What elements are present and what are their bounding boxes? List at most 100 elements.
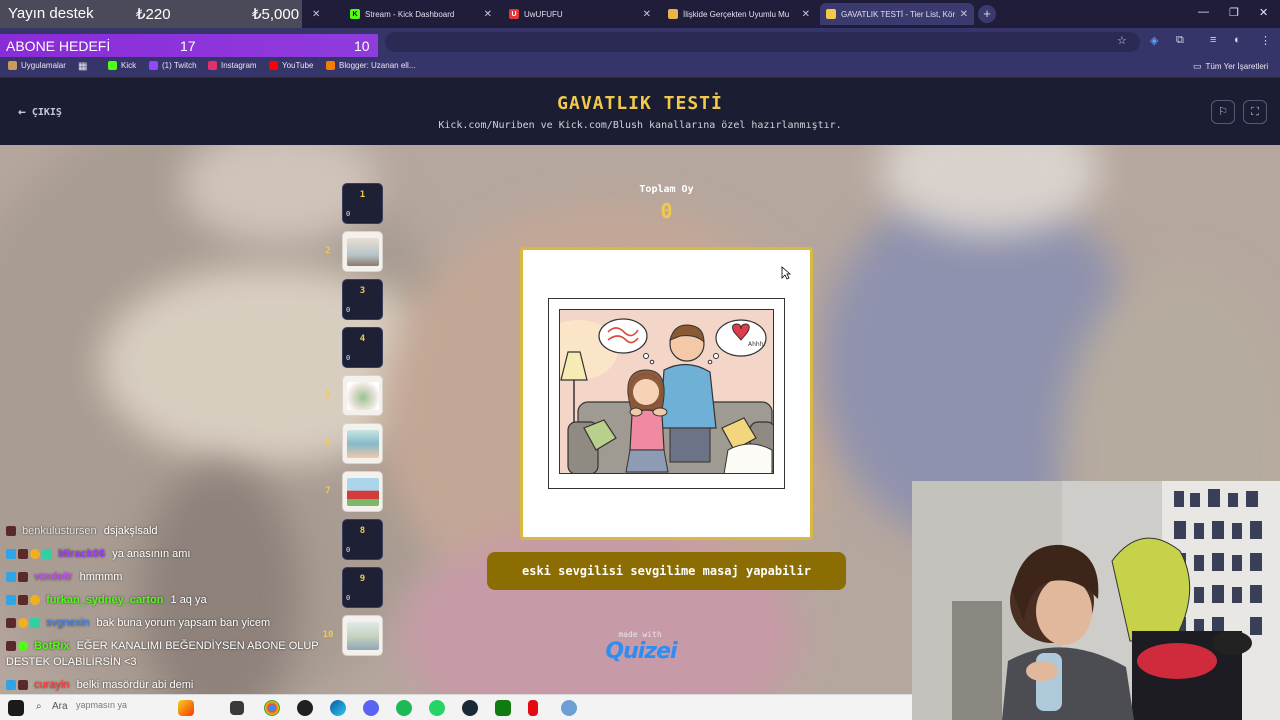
close-icon[interactable]: ✕ xyxy=(960,9,968,20)
minimize-icon[interactable]: — xyxy=(1198,6,1209,18)
tier-slot-2[interactable] xyxy=(342,231,383,272)
search-icon[interactable]: ⌕ xyxy=(36,701,42,712)
task-view-icon[interactable] xyxy=(230,701,244,715)
bookmark-kick[interactable]: Kick xyxy=(108,61,136,70)
grid-icon: ▦ xyxy=(78,61,88,72)
chat-message: Mirack06 ya anasının amı xyxy=(6,548,191,560)
taskbar-search[interactable]: Ara xyxy=(52,701,68,712)
made-with-label: made with xyxy=(618,630,662,639)
youtube-icon xyxy=(269,61,278,70)
bookmark-label: Blogger: Uzanan ell... xyxy=(339,61,416,70)
restore-icon[interactable]: ❐ xyxy=(1229,6,1239,19)
chat-username: furkan_sydney_carton xyxy=(46,594,164,606)
spotify-icon[interactable] xyxy=(396,700,412,716)
chat-message-continued: DESTEK OLABİLİRSİN <3 xyxy=(6,656,137,668)
tab-title: Stream - Kick Dashboard xyxy=(365,9,455,19)
tier-slot-4[interactable]: 4 0 xyxy=(342,327,383,368)
flag-icon: ⚐ xyxy=(1218,106,1228,118)
score-label: Toplam Oy xyxy=(639,184,694,195)
tab-kick-dashboard[interactable]: K Stream - Kick Dashboard ✕ xyxy=(344,3,498,25)
tier-number: 8 xyxy=(359,526,366,536)
badge-icon xyxy=(30,595,40,606)
tier-thumbnail xyxy=(347,382,379,410)
bookmark-youtube[interactable]: YouTube xyxy=(269,61,313,70)
badge-icon xyxy=(18,641,28,652)
sub-goal-label: ABONE HEDEFİ xyxy=(6,38,111,54)
widgets-icon[interactable] xyxy=(178,700,194,716)
new-tab-button[interactable]: + xyxy=(978,5,996,23)
whatsapp-icon[interactable] xyxy=(429,700,445,716)
chat-message: benkulustursen dsjakşlsald xyxy=(6,525,158,537)
score-value: 0 xyxy=(660,199,673,223)
tier-slot-1[interactable]: 1 0 xyxy=(342,183,383,224)
bookmark-label: Uygulamalar xyxy=(21,61,66,70)
page-icon xyxy=(668,9,678,19)
support-label: Yayın destek xyxy=(8,5,94,22)
tier-slot-8[interactable]: 8 0 xyxy=(342,519,383,560)
chat-username: Mirack06 xyxy=(58,548,106,560)
couple-illustration: Ahhh! xyxy=(560,310,773,473)
chat-message: BotRix EĞER KANALIMI BEĞENDİYSEN ABONE O… xyxy=(6,640,319,652)
tier-count: 0 xyxy=(346,594,351,602)
translate-icon[interactable]: ◈ xyxy=(1150,34,1158,47)
omnibox[interactable] xyxy=(385,32,1140,52)
close-icon[interactable]: ✕ xyxy=(312,9,320,20)
badge-icon xyxy=(18,680,28,691)
tab-partial[interactable]: ✕ xyxy=(302,3,340,25)
tier-count: 0 xyxy=(346,210,351,218)
netflix-icon[interactable] xyxy=(528,700,538,716)
start-icon[interactable] xyxy=(8,700,24,716)
tier-slot-3[interactable]: 3 0 xyxy=(342,279,383,320)
close-icon[interactable]: ✕ xyxy=(484,9,492,20)
profile-avatar[interactable]: ◐ xyxy=(1234,34,1241,46)
bookmark-grid[interactable]: ▦ xyxy=(78,61,87,72)
close-window-icon[interactable]: ✕ xyxy=(1259,6,1268,19)
chat-text: hmmmm xyxy=(79,571,123,583)
sub-current: 17 xyxy=(180,38,196,54)
reading-list-icon[interactable]: ≡ xyxy=(1210,34,1216,46)
tier-slot-7[interactable] xyxy=(342,471,383,512)
discord-icon[interactable] xyxy=(363,700,379,716)
chrome-icon[interactable] xyxy=(264,700,280,716)
obs-icon[interactable] xyxy=(297,700,313,716)
support-goal: ₺5,000 xyxy=(252,6,300,23)
close-icon[interactable]: ✕ xyxy=(802,9,810,20)
chat-text: 1 aq ya xyxy=(170,594,207,606)
tier-slot-5[interactable] xyxy=(342,375,383,416)
bookmark-all[interactable]: ▭ Tüm Yer İşaretleri xyxy=(1193,61,1268,72)
close-icon[interactable]: ✕ xyxy=(643,9,651,20)
bookmark-twitch[interactable]: (1) Twitch xyxy=(149,61,197,70)
tier-slot-9[interactable]: 9 0 xyxy=(342,567,383,608)
report-button[interactable]: ⚐ xyxy=(1211,100,1235,124)
tier-slot-6[interactable] xyxy=(342,423,383,464)
option-caption-button[interactable]: eski sevgilisi sevgilime masaj yapabilir xyxy=(487,552,846,590)
quizei-icon xyxy=(826,9,836,19)
tier-slot-10[interactable] xyxy=(342,615,383,656)
tab-iliskide[interactable]: İlişkide Gerçekten Uyumlu Mu ✕ xyxy=(662,3,816,25)
xbox-icon[interactable] xyxy=(495,700,511,716)
star-icon[interactable]: ☆ xyxy=(1117,34,1127,47)
edge-icon[interactable] xyxy=(330,700,346,716)
bookmark-blogger[interactable]: Blogger: Uzanan ell... xyxy=(326,61,416,70)
tab-gavatlik-testi[interactable]: GAVATLIK TESTİ - Tier List, Kör ✕ xyxy=(820,3,974,25)
tier-number: 7 xyxy=(325,486,331,496)
settings-icon[interactable] xyxy=(561,700,577,716)
extensions-icon[interactable]: ⧉ xyxy=(1176,34,1184,47)
sub-target: 10 xyxy=(354,38,370,54)
tab-uwufufu[interactable]: U UwUFUFU ✕ xyxy=(503,3,657,25)
menu-icon[interactable]: ⋮ xyxy=(1260,34,1271,47)
tier-number: 6 xyxy=(325,438,331,448)
tier-thumbnail xyxy=(347,478,379,506)
tier-number: 10 xyxy=(322,630,334,640)
fullscreen-button[interactable]: ⛶ xyxy=(1243,100,1267,124)
badge-icon xyxy=(18,595,28,606)
badge-icon xyxy=(6,595,16,606)
bookmark-instagram[interactable]: Instagram xyxy=(208,61,257,70)
badge-icon xyxy=(18,572,28,583)
steam-icon[interactable] xyxy=(462,700,478,716)
tier-number: 9 xyxy=(359,574,366,584)
bookmark-apps[interactable]: Uygulamalar xyxy=(8,61,66,70)
folder-icon: ▭ xyxy=(1193,61,1202,71)
kick-icon: K xyxy=(350,9,360,19)
quizei-logo[interactable]: Quizei xyxy=(596,639,686,664)
